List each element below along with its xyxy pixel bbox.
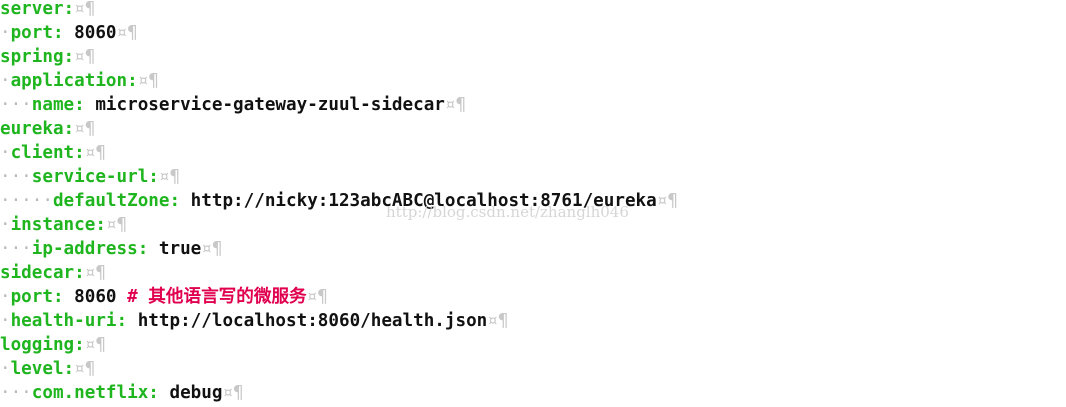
code-line[interactable]: ·instance:¤¶ xyxy=(0,213,1066,237)
yaml-value: http://nicky:123abcABC@localhost:8761/eu… xyxy=(190,191,657,211)
yaml-key: ip-address: xyxy=(31,239,149,259)
line-end-marker: ¤¶ xyxy=(201,239,223,259)
yaml-key: spring: xyxy=(0,47,75,67)
code-line[interactable]: ·application:¤¶ xyxy=(0,69,1066,93)
code-line[interactable]: logging:¤¶ xyxy=(0,333,1066,357)
line-end-marker: ¤¶ xyxy=(116,23,138,43)
yaml-key: sidecar: xyxy=(0,263,85,283)
indent-marker: ··· xyxy=(0,95,32,115)
code-line[interactable]: ·····defaultZone: http://nicky:123abcABC… xyxy=(0,189,1066,213)
yaml-value: http://localhost:8060/health.json xyxy=(137,311,488,331)
line-end-marker: ¤¶ xyxy=(487,311,509,331)
line-end-marker: ¤¶ xyxy=(84,335,106,355)
indent-marker: · xyxy=(0,215,11,235)
line-end-marker: ¤¶ xyxy=(137,71,159,91)
yaml-key: instance: xyxy=(10,215,106,235)
code-line[interactable]: ·port: 8060 # 其他语言写的微服务¤¶ xyxy=(0,285,1066,309)
code-line[interactable]: ···name: microservice-gateway-zuul-sidec… xyxy=(0,93,1066,117)
code-line[interactable]: ·health-uri: http://localhost:8060/healt… xyxy=(0,309,1066,333)
line-end-marker: ¤¶ xyxy=(84,143,106,163)
line-end-marker: ¤¶ xyxy=(84,263,106,283)
yaml-value: 8060 xyxy=(74,23,117,43)
code-line[interactable]: ···ip-address: true¤¶ xyxy=(0,237,1066,261)
yaml-value: microservice-gateway-zuul-sidecar xyxy=(95,95,445,115)
line-end-marker: ¤¶ xyxy=(74,359,96,379)
yaml-key: port: xyxy=(10,23,64,43)
code-line[interactable]: spring:¤¶ xyxy=(0,45,1066,69)
line-end-marker: ¤¶ xyxy=(74,0,96,19)
yaml-key: com.netflix: xyxy=(31,383,159,403)
yaml-key: defaultZone: xyxy=(52,191,181,211)
yaml-key: application: xyxy=(10,71,138,91)
line-end-marker: ¤¶ xyxy=(444,95,467,115)
yaml-key: client: xyxy=(10,143,85,163)
code-line[interactable]: eureka:¤¶ xyxy=(0,117,1066,141)
code-line[interactable]: ·level:¤¶ xyxy=(0,357,1066,381)
line-end-marker: ¤¶ xyxy=(105,215,128,235)
yaml-key: service-url: xyxy=(31,167,159,187)
yaml-key: level: xyxy=(10,359,75,379)
line-end-marker: ¤¶ xyxy=(656,191,678,211)
indent-marker: ··· xyxy=(0,239,32,259)
code-line[interactable]: sidecar:¤¶ xyxy=(0,261,1066,285)
indent-marker: · xyxy=(0,143,11,163)
yaml-key: name: xyxy=(31,95,85,115)
indent-marker: · xyxy=(0,23,11,43)
code-line[interactable]: ···com.netflix: debug¤¶ xyxy=(0,381,1066,405)
indent-marker: ····· xyxy=(0,191,53,211)
indent-marker: · xyxy=(0,287,11,307)
yaml-key: server: xyxy=(0,0,75,19)
indent-marker: · xyxy=(0,359,11,379)
code-line[interactable]: ·client:¤¶ xyxy=(0,141,1066,165)
yaml-value: true xyxy=(158,239,202,259)
line-end-marker: ¤¶ xyxy=(74,47,96,67)
line-end-marker: ¤¶ xyxy=(74,119,96,139)
indent-marker: ··· xyxy=(0,383,32,403)
yaml-key: health-uri: xyxy=(10,311,128,331)
line-end-marker: ¤¶ xyxy=(222,383,244,403)
yaml-value: debug xyxy=(169,383,223,403)
indent-marker: ··· xyxy=(0,167,32,187)
yaml-code-editor[interactable]: server:¤¶ ·port: 8060¤¶ spring:¤¶ ·applicat… xyxy=(0,0,1066,405)
yaml-value: 8060 xyxy=(74,287,117,307)
line-end-marker: ¤¶ xyxy=(158,167,181,187)
code-line[interactable]: ···service-url:¤¶ xyxy=(0,165,1066,189)
yaml-comment: # 其他语言写的微服务 xyxy=(127,287,307,307)
yaml-key: eureka: xyxy=(0,119,75,139)
yaml-key: logging: xyxy=(0,335,85,355)
indent-marker: · xyxy=(0,311,11,331)
line-end-marker: ¤¶ xyxy=(306,287,328,307)
code-line[interactable]: server:¤¶ xyxy=(0,0,1066,21)
yaml-key: port: xyxy=(10,287,64,307)
indent-marker: · xyxy=(0,71,11,91)
code-line[interactable]: ·port: 8060¤¶ xyxy=(0,21,1066,45)
